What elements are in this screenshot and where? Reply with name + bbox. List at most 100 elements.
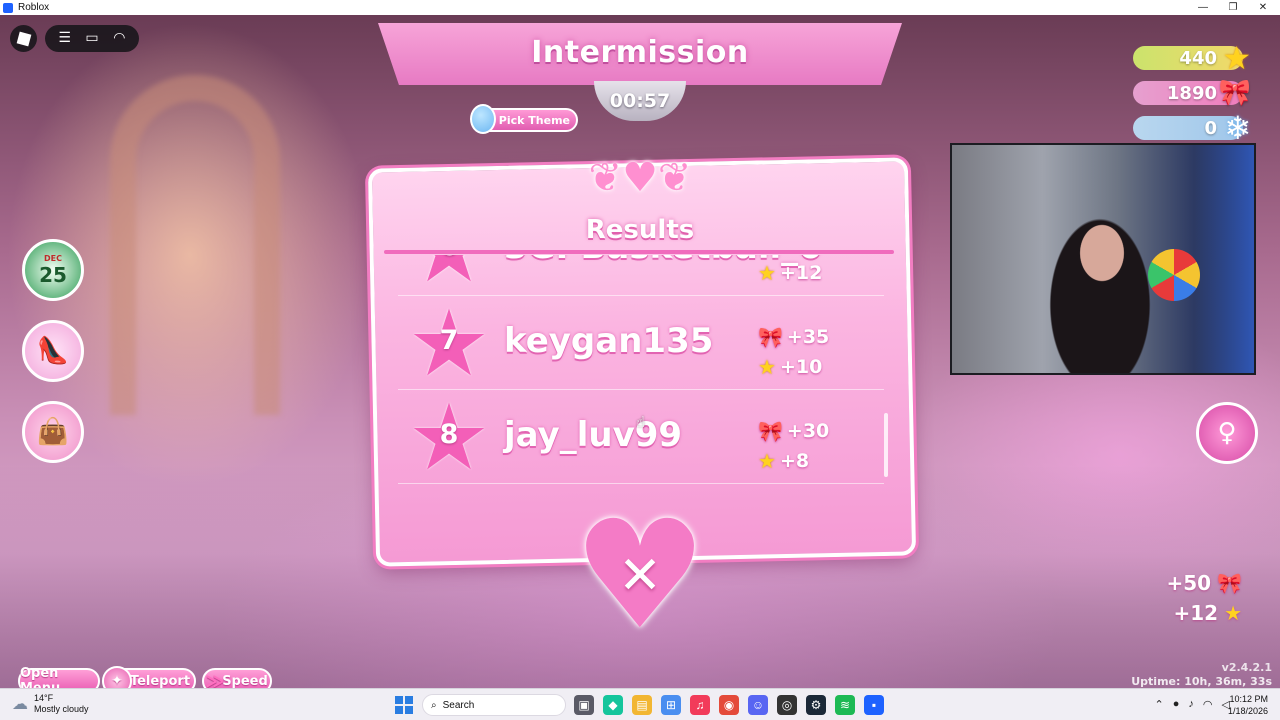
bow-reward-value: +35 — [786, 326, 830, 348]
search-placeholder: Search — [442, 699, 475, 711]
results-title: Results — [585, 215, 695, 245]
pose-button[interactable]: ♀ — [1196, 402, 1258, 464]
wifi-icon[interactable]: ◠ — [1203, 698, 1213, 711]
calendar-day: 25 — [39, 262, 67, 287]
headset-icon[interactable]: ◠ — [108, 25, 130, 52]
shop-button[interactable]: 👠 — [22, 320, 84, 382]
close-results-button[interactable]: ♥ ✕ — [570, 501, 710, 651]
clock-time: 10:12 PM — [1229, 694, 1268, 704]
teleport-button[interactable]: ✦ Teleport — [102, 666, 196, 689]
bow-reward: 🎀 +35 — [758, 325, 829, 349]
star-popup-value: +12 — [1173, 601, 1219, 625]
star-reward-popup: +12 ★ — [1173, 601, 1242, 625]
steam-icon[interactable]: ⚙ — [806, 695, 826, 715]
result-row: ★ 7 keygan135 🎀 +35 ★ +10 — [398, 297, 884, 390]
bow-icon: 🎀 — [1218, 78, 1251, 108]
calendar-month: DEC — [44, 253, 62, 263]
app-icon[interactable]: ◆ — [603, 695, 623, 715]
star-icon: ★ — [1224, 601, 1242, 625]
teleport-icon: ✦ — [102, 666, 132, 688]
pick-theme-button[interactable]: Pick Theme — [470, 104, 578, 134]
open-menu-button[interactable]: Open Menu — [18, 666, 100, 688]
star-icon: ★ — [758, 261, 776, 285]
close-icon: ✕ — [618, 546, 662, 606]
bow-reward: 🎀 +30 — [758, 419, 829, 443]
webcam-light — [1194, 145, 1254, 373]
system-tray[interactable]: ⌃ ● ♪ ◠ ◁ — [1155, 698, 1230, 711]
rank-number: 7 — [439, 325, 459, 356]
bow-icon: 🎀 — [758, 325, 783, 349]
rank-number: 6 — [404, 255, 494, 262]
task-view-icon[interactable]: ▣ — [574, 695, 594, 715]
file-explorer-icon[interactable]: ▤ — [632, 695, 652, 715]
roblox-menu-button[interactable] — [10, 25, 37, 52]
player-name: jay_luv99 — [504, 415, 683, 455]
star-reward: ★ +8 — [758, 449, 809, 473]
bow-reward-value: +30 — [786, 420, 830, 442]
shoe-icon: 👠 — [36, 336, 70, 366]
snowflakes-currency: 0 ❄ — [1133, 110, 1251, 146]
menu-icon[interactable]: ☰ — [54, 25, 76, 52]
chat-icon[interactable]: ▭ — [81, 25, 103, 52]
windows-logo-icon — [395, 696, 403, 704]
theme-icon — [470, 104, 496, 134]
taskbar: ☁ 14°F Mostly cloudy ⌕ Search ▣ ◆ ▤ ⊞ ♫ … — [0, 688, 1280, 720]
roblox-logo-icon — [16, 31, 31, 46]
window-title: Roblox — [18, 2, 50, 13]
search-icon: ⌕ — [431, 699, 437, 711]
pick-theme-label: Pick Theme — [498, 113, 570, 127]
speed-button[interactable]: ≫ Speed — [202, 668, 272, 688]
heart-ornament-icon: ❦♥❦ — [588, 155, 692, 201]
spotify-icon[interactable]: ≋ — [835, 695, 855, 715]
taskbar-search[interactable]: ⌕ Search — [422, 694, 566, 716]
roblox-taskbar-icon[interactable]: ▪ — [864, 695, 884, 715]
window-titlebar: Roblox — ❐ ✕ — [0, 0, 1280, 15]
weather-widget[interactable]: ☁ 14°F Mostly cloudy — [12, 693, 89, 715]
chrome-icon[interactable]: ◉ — [719, 695, 739, 715]
minimize-button[interactable]: — — [1188, 0, 1218, 15]
rank-number: 8 — [439, 419, 459, 450]
results-list[interactable]: ★ 6 3GPBasketball_6 ★ +12 ★ 7 keygan135 … — [398, 255, 884, 499]
weather-temperature: 14°F — [34, 693, 54, 703]
discord-icon[interactable]: ☺ — [748, 695, 768, 715]
pose-icon: ♀ — [1217, 418, 1237, 448]
advent-calendar-button[interactable]: DEC 25 — [22, 239, 84, 301]
microphone-icon[interactable]: ♪ — [1188, 698, 1194, 711]
star-reward-value: +12 — [779, 262, 823, 284]
star-reward: ★ +12 — [758, 261, 822, 285]
player-name: keygan135 — [504, 321, 714, 361]
start-button[interactable] — [395, 696, 413, 714]
bow-reward-popup: +50 🎀 — [1167, 571, 1243, 595]
webcam-overlay — [950, 143, 1256, 375]
obs-icon[interactable]: ◎ — [777, 695, 797, 715]
background-arch — [110, 75, 280, 415]
streamer — [1040, 185, 1160, 373]
star-reward-value: +8 — [779, 450, 810, 472]
store-icon[interactable]: ⊞ — [661, 695, 681, 715]
close-window-button[interactable]: ✕ — [1248, 0, 1278, 15]
speed-icon: ≫ — [205, 670, 225, 689]
snowflake-icon: ❄ — [1224, 109, 1251, 147]
chevron-up-icon[interactable]: ⌃ — [1155, 698, 1164, 711]
taskbar-clock[interactable]: 10:12 PM 1/18/2026 — [1228, 693, 1268, 717]
game-viewport[interactable]: ☰ ▭ ◠ Intermission 00:57 Pick Theme 440 … — [0, 15, 1280, 688]
weather-description: Mostly cloudy — [34, 704, 89, 714]
star-reward-value: +10 — [779, 356, 823, 378]
stars-currency: 440 ★ — [1133, 40, 1251, 76]
cloud-icon: ☁ — [12, 696, 28, 713]
maximize-button[interactable]: ❐ — [1218, 0, 1248, 15]
mouse-cursor-icon: ☝ — [636, 413, 646, 431]
intermission-title: Intermission — [531, 35, 749, 70]
results-scrollbar[interactable] — [884, 413, 888, 477]
music-icon[interactable]: ♫ — [690, 695, 710, 715]
bows-currency: 1890 🎀 — [1133, 78, 1251, 108]
teleport-label: Teleport — [129, 673, 191, 689]
bow-icon: 🎀 — [1217, 571, 1242, 595]
roblox-app-icon — [3, 2, 13, 13]
uptime-text: Uptime: 10h, 36m, 33s — [1131, 675, 1272, 688]
result-row: ★ 8 jay_luv99 🎀 +30 ★ +8 — [398, 391, 884, 484]
star-icon: ★ — [758, 355, 776, 379]
star-icon: ★ — [758, 449, 776, 473]
tray-app-icon[interactable]: ● — [1173, 698, 1180, 711]
inventory-button[interactable]: 👜 — [22, 401, 84, 463]
